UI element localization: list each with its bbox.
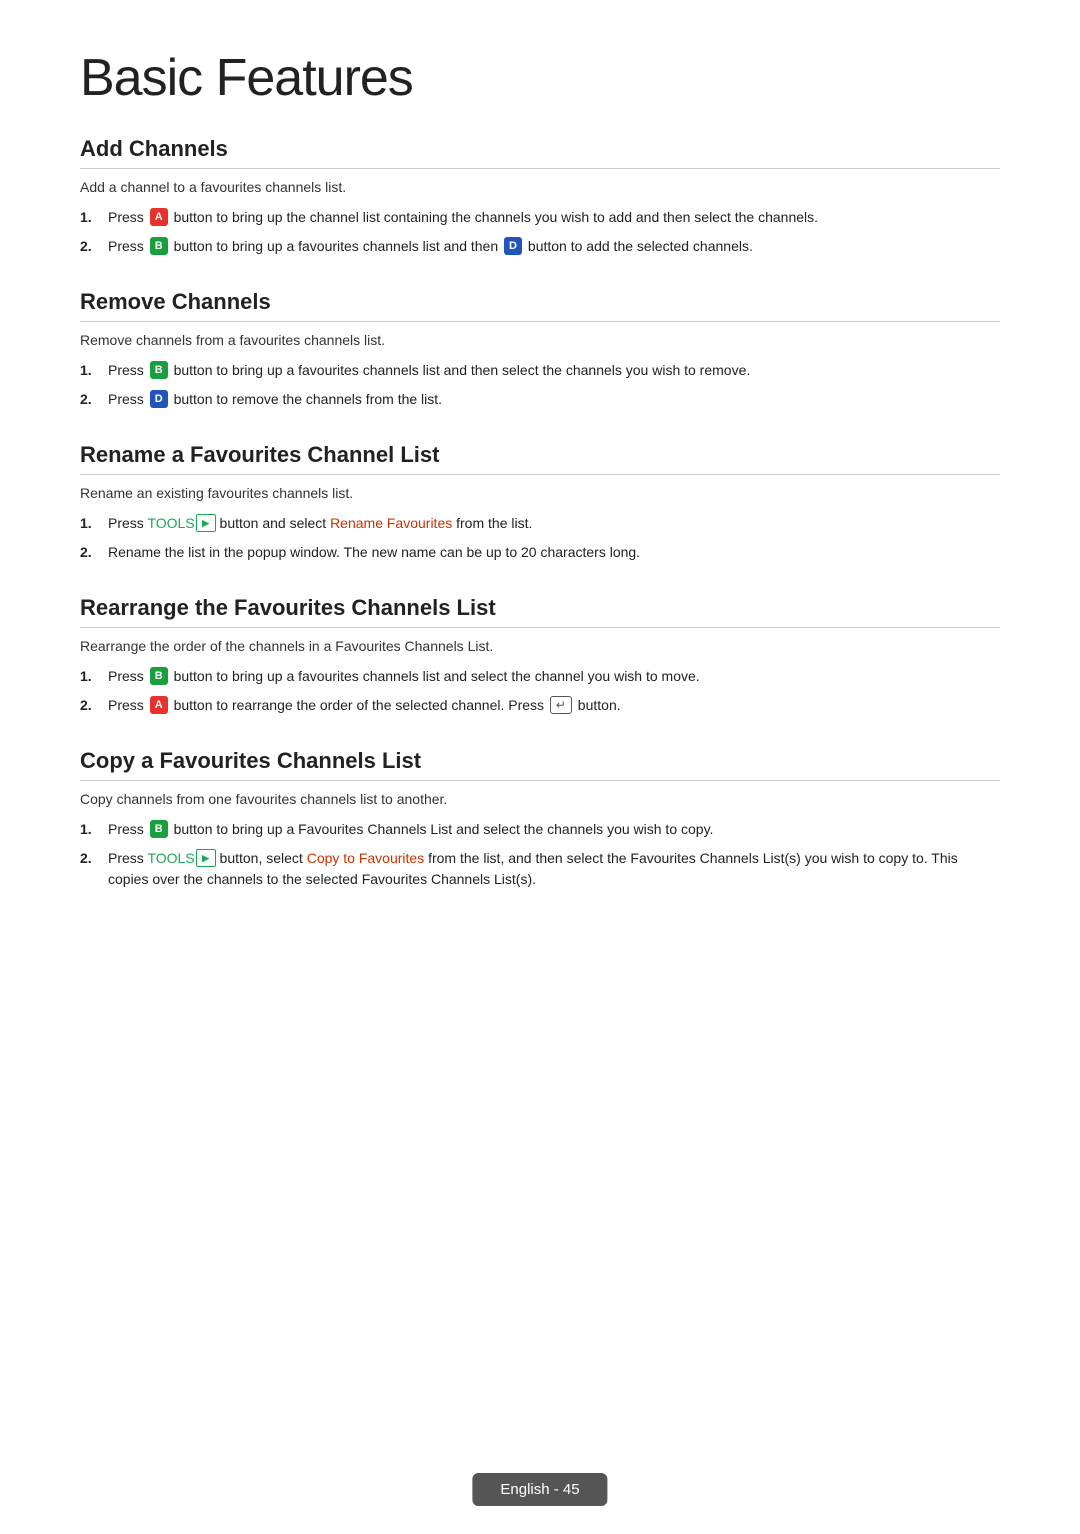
- section-remove-channels: Remove Channels Remove channels from a f…: [80, 289, 1000, 410]
- tools-link-copy[interactable]: TOOLS: [147, 850, 194, 866]
- step-text: Press TOOLS▶ button, select Copy to Favo…: [108, 848, 1000, 890]
- step-number: 1.: [80, 819, 108, 840]
- step-item: 2. Press A button to rearrange the order…: [80, 695, 1000, 716]
- tools-link[interactable]: TOOLS: [147, 515, 194, 531]
- section-copy-favourites: Copy a Favourites Channels List Copy cha…: [80, 748, 1000, 890]
- button-d-badge: D: [150, 390, 168, 408]
- step-item: 1. Press TOOLS▶ button and select Rename…: [80, 513, 1000, 534]
- steps-rearrange-favourites: 1. Press B button to bring up a favourit…: [80, 666, 1000, 716]
- steps-copy-favourites: 1. Press B button to bring up a Favourit…: [80, 819, 1000, 890]
- step-text: Press A button to rearrange the order of…: [108, 695, 1000, 716]
- copy-to-favourites-link[interactable]: Copy to Favourites: [307, 850, 425, 866]
- step-number: 2.: [80, 848, 108, 869]
- section-title-add-channels: Add Channels: [80, 136, 1000, 169]
- button-b-badge: B: [150, 361, 168, 379]
- button-b-badge: B: [150, 237, 168, 255]
- step-number: 2.: [80, 695, 108, 716]
- section-rearrange-favourites: Rearrange the Favourites Channels List R…: [80, 595, 1000, 716]
- section-intro-remove-channels: Remove channels from a favourites channe…: [80, 332, 1000, 348]
- step-text: Press TOOLS▶ button and select Rename Fa…: [108, 513, 1000, 534]
- footer: English - 45: [472, 1481, 607, 1498]
- step-item: 1. Press B button to bring up a favourit…: [80, 666, 1000, 687]
- section-intro-rearrange-favourites: Rearrange the order of the channels in a…: [80, 638, 1000, 654]
- step-number: 2.: [80, 236, 108, 257]
- steps-add-channels: 1. Press A button to bring up the channe…: [80, 207, 1000, 257]
- step-item: 2. Press D button to remove the channels…: [80, 389, 1000, 410]
- steps-remove-channels: 1. Press B button to bring up a favourit…: [80, 360, 1000, 410]
- section-intro-rename-favourites: Rename an existing favourites channels l…: [80, 485, 1000, 501]
- section-title-remove-channels: Remove Channels: [80, 289, 1000, 322]
- step-number: 1.: [80, 513, 108, 534]
- step-text: Press B button to bring up a Favourites …: [108, 819, 1000, 840]
- section-add-channels: Add Channels Add a channel to a favourit…: [80, 136, 1000, 257]
- step-item: 1. Press B button to bring up a favourit…: [80, 360, 1000, 381]
- section-intro-copy-favourites: Copy channels from one favourites channe…: [80, 791, 1000, 807]
- button-b-badge: B: [150, 667, 168, 685]
- button-b-badge: B: [150, 820, 168, 838]
- button-d-badge: D: [504, 237, 522, 255]
- enter-button-icon: ↵: [550, 696, 572, 714]
- step-number: 1.: [80, 207, 108, 228]
- tools-icon-copy: ▶: [196, 849, 216, 867]
- step-text: Press B button to bring up a favourites …: [108, 360, 1000, 381]
- rename-favourites-link[interactable]: Rename Favourites: [330, 515, 452, 531]
- step-number: 1.: [80, 666, 108, 687]
- step-item: 2. Press B button to bring up a favourit…: [80, 236, 1000, 257]
- step-text: Press B button to bring up a favourites …: [108, 666, 1000, 687]
- step-text: Press A button to bring up the channel l…: [108, 207, 1000, 228]
- step-item: 2. Rename the list in the popup window. …: [80, 542, 1000, 563]
- step-item: 1. Press A button to bring up the channe…: [80, 207, 1000, 228]
- step-number: 2.: [80, 542, 108, 563]
- page-title: Basic Features: [80, 48, 1000, 108]
- step-text: Press B button to bring up a favourites …: [108, 236, 1000, 257]
- tools-icon: ▶: [196, 514, 216, 532]
- step-number: 2.: [80, 389, 108, 410]
- section-title-rename-favourites: Rename a Favourites Channel List: [80, 442, 1000, 475]
- step-item: 2. Press TOOLS▶ button, select Copy to F…: [80, 848, 1000, 890]
- section-title-rearrange-favourites: Rearrange the Favourites Channels List: [80, 595, 1000, 628]
- footer-badge: English - 45: [472, 1473, 607, 1506]
- step-text: Press D button to remove the channels fr…: [108, 389, 1000, 410]
- button-a-badge: A: [150, 208, 168, 226]
- steps-rename-favourites: 1. Press TOOLS▶ button and select Rename…: [80, 513, 1000, 563]
- section-title-copy-favourites: Copy a Favourites Channels List: [80, 748, 1000, 781]
- button-a-badge: A: [150, 696, 168, 714]
- page-content: Basic Features Add Channels Add a channe…: [0, 0, 1080, 1002]
- step-item: 1. Press B button to bring up a Favourit…: [80, 819, 1000, 840]
- section-rename-favourites: Rename a Favourites Channel List Rename …: [80, 442, 1000, 563]
- step-text: Rename the list in the popup window. The…: [108, 542, 1000, 563]
- step-number: 1.: [80, 360, 108, 381]
- section-intro-add-channels: Add a channel to a favourites channels l…: [80, 179, 1000, 195]
